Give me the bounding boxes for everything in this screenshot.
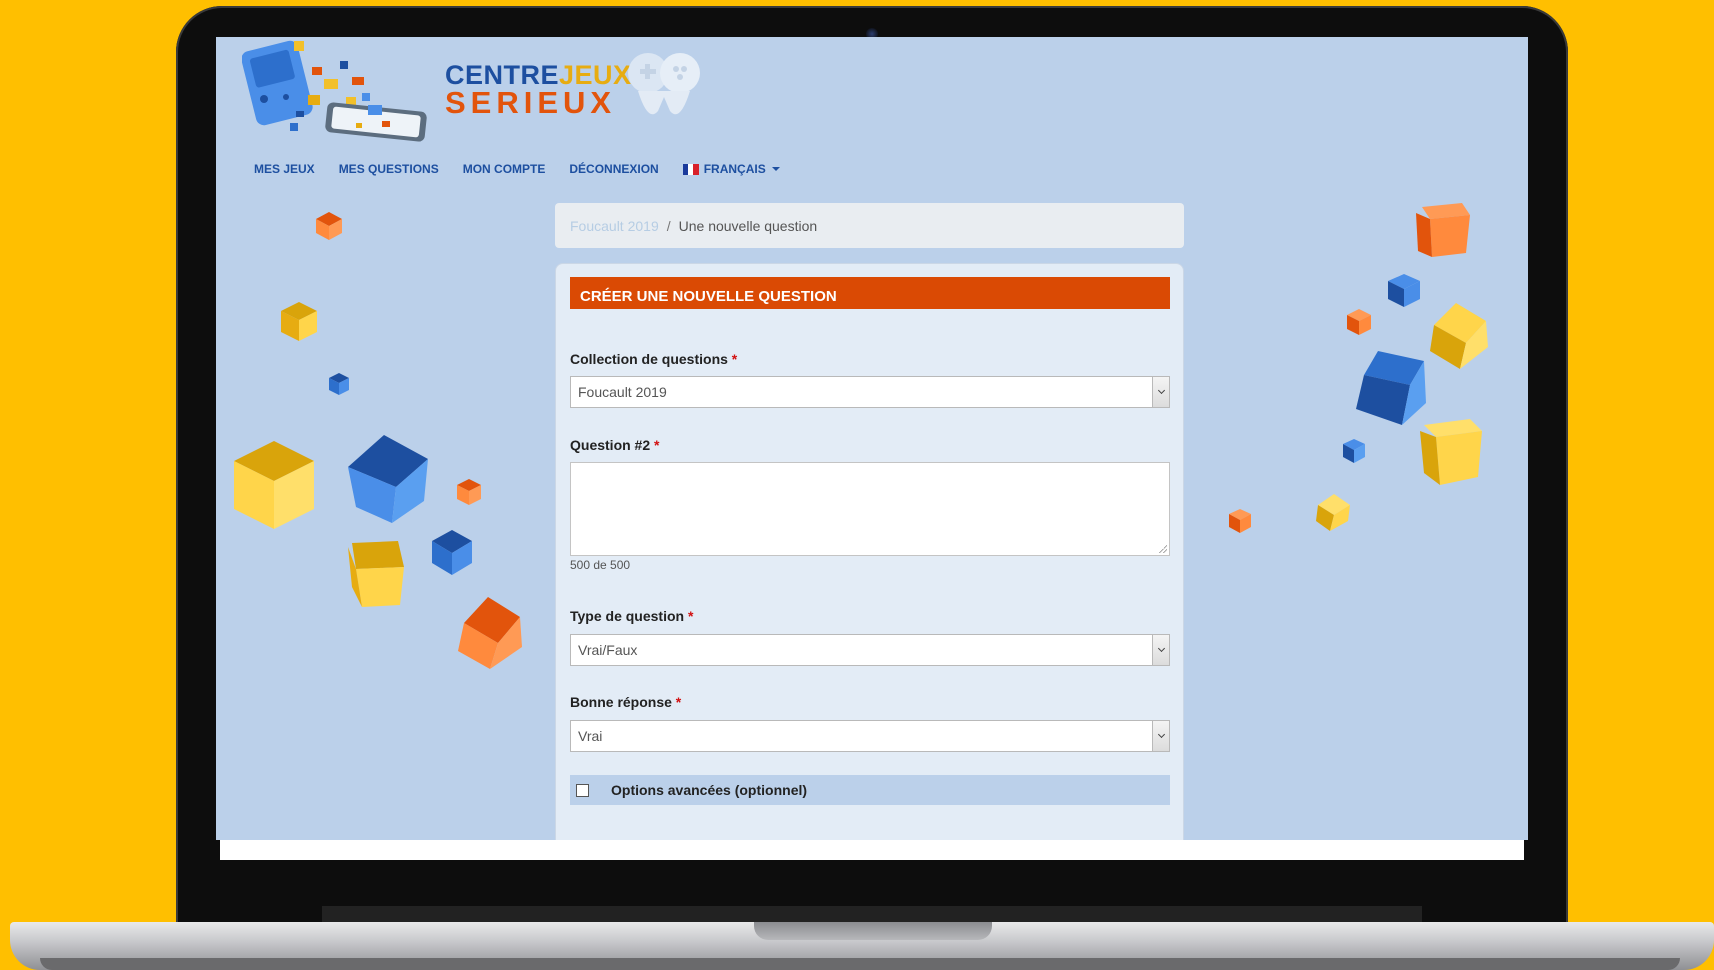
collection-select[interactable]: Foucault 2019 (570, 376, 1170, 408)
advanced-options-checkbox[interactable] (576, 783, 589, 797)
language-label: FRANÇAIS (703, 162, 766, 176)
cube-icon (234, 441, 314, 529)
cube-icon (1347, 309, 1371, 335)
laptop-notch (754, 922, 992, 940)
required-mark: * (731, 351, 738, 367)
form-title: CRÉER UNE NOUVELLE QUESTION (570, 277, 1170, 309)
breadcrumb: Foucault 2019 / Une nouvelle question (555, 203, 1184, 248)
collection-select-value: Foucault 2019 (578, 384, 667, 400)
cube-icon (457, 479, 481, 505)
correct-answer-select[interactable]: Vrai (570, 720, 1170, 752)
cube-icon (1343, 439, 1365, 463)
chevron-down-icon (1152, 377, 1169, 407)
advanced-options-label: Options avancées (optionnel) (611, 782, 808, 798)
nav-language-dropdown[interactable]: FRANÇAIS (682, 162, 780, 176)
question-type-value: Vrai/Faux (578, 642, 638, 658)
cube-icon (1420, 419, 1482, 485)
french-flag-icon (682, 163, 699, 175)
cube-icon (1316, 494, 1350, 531)
chevron-down-icon (1152, 721, 1169, 751)
question-label-text: Question #2 (570, 437, 651, 453)
collection-label: Collection de questions * (570, 351, 737, 367)
screen-bottom-strip (220, 840, 1524, 860)
cube-icon (1430, 303, 1488, 369)
cube-icon (1388, 274, 1420, 307)
game-console-logo-icon (242, 40, 427, 142)
correct-answer-value: Vrai (578, 728, 603, 744)
breadcrumb-parent-link[interactable]: Foucault 2019 (570, 218, 659, 234)
nav-mes-jeux[interactable]: MES JEUX (254, 162, 315, 176)
cube-icon (348, 541, 404, 607)
cube-icon (1416, 203, 1470, 257)
chevron-down-icon (1152, 635, 1169, 665)
cube-icon (348, 435, 428, 523)
laptop-screen: CENTREJEUX SERIEUX MES JEUX MES QUESTION… (216, 37, 1528, 840)
resize-handle-icon[interactable] (1159, 545, 1167, 553)
controller-mascot-icon (628, 53, 700, 115)
required-mark: * (687, 608, 694, 624)
question-type-select[interactable]: Vrai/Faux (570, 634, 1170, 666)
collection-label-text: Collection de questions (570, 351, 728, 367)
cube-icon (329, 373, 349, 395)
type-label: Type de question * (570, 608, 693, 624)
logo-wordmark: CENTREJEUX SERIEUX (445, 62, 632, 120)
character-counter: 500 de 500 (570, 558, 631, 572)
required-mark: * (654, 437, 660, 453)
laptop-base-shadow (40, 958, 1680, 970)
nav-mes-questions[interactable]: MES QUESTIONS (339, 162, 439, 176)
advanced-options-row[interactable]: Options avancées (optionnel) (570, 775, 1170, 805)
laptop-hinge (322, 906, 1422, 922)
cube-icon (281, 302, 317, 341)
main-nav: MES JEUX MES QUESTIONS MON COMPTE DÉCONN… (254, 162, 780, 176)
logo-serieux-text: SERIEUX (445, 85, 617, 120)
question-textarea[interactable] (570, 462, 1170, 556)
caret-down-icon (771, 167, 780, 171)
answer-label: Bonne réponse * (570, 694, 681, 710)
new-question-form: CRÉER UNE NOUVELLE QUESTION Collection d… (555, 263, 1184, 840)
cube-icon (458, 597, 522, 669)
breadcrumb-current: Une nouvelle question (678, 217, 818, 234)
type-label-text: Type de question (570, 608, 685, 624)
cube-icon (316, 212, 342, 240)
required-mark: * (675, 694, 682, 710)
answer-label-text: Bonne réponse (570, 694, 672, 710)
nav-mon-compte[interactable]: MON COMPTE (463, 162, 546, 176)
nav-deconnexion[interactable]: DÉCONNEXION (569, 162, 658, 176)
question-label: Question #2 * (570, 437, 659, 453)
cube-icon (432, 530, 472, 575)
breadcrumb-separator: / (666, 217, 671, 234)
cube-icon (1229, 509, 1251, 533)
